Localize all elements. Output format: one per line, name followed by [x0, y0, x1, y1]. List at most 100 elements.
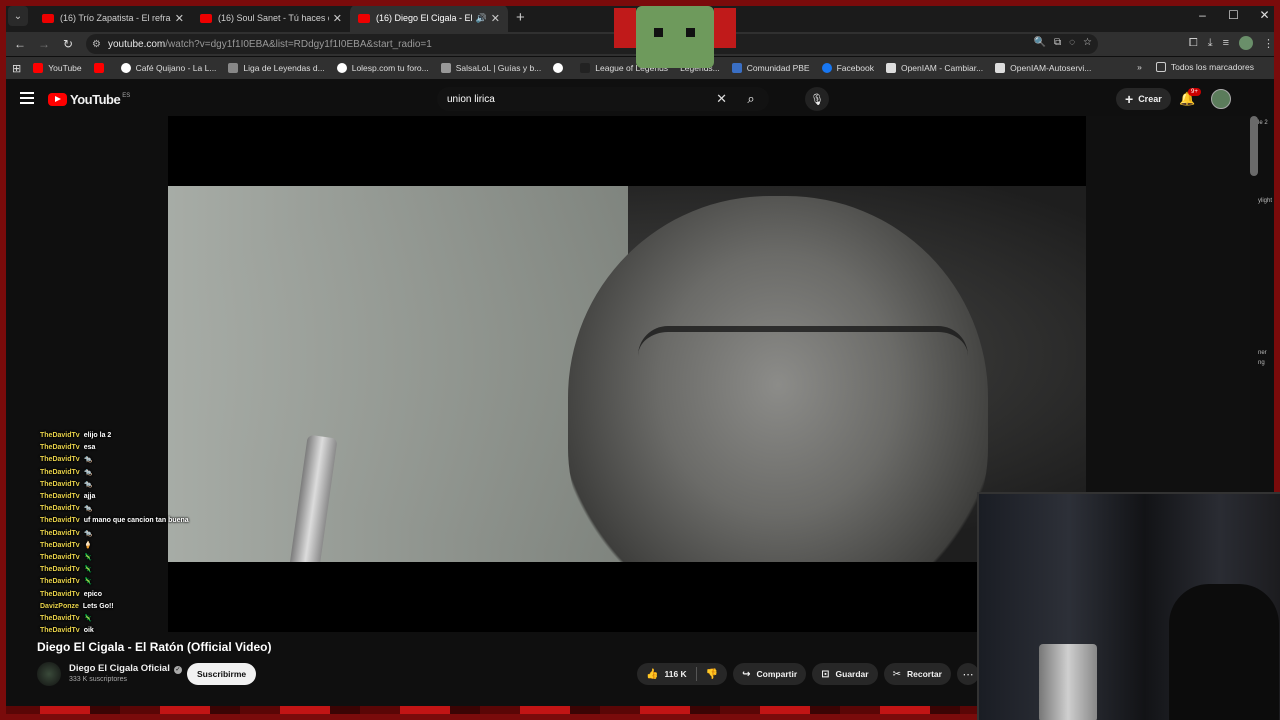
like-dislike-group: 👍 116 K 👎 [637, 663, 728, 685]
chat-username: TheDavidTv [40, 468, 80, 476]
bookmark-openiam-1[interactable]: OpenIAM - Cambiar... [885, 63, 983, 73]
chat-text: epico [83, 590, 102, 598]
extensions-icon[interactable]: ⧠ [1189, 37, 1198, 50]
mascot-eye [654, 28, 663, 37]
chat-text: esa [83, 444, 96, 452]
chat-message: TheDavidTv 🦎 [40, 564, 240, 576]
video-player[interactable] [168, 116, 1086, 632]
bookmark-star-icon[interactable]: ☆ [1083, 37, 1092, 48]
share-button[interactable]: ↪ Compartir [733, 663, 807, 685]
create-button[interactable]: + Crear [1116, 88, 1171, 110]
bookmark-openiam-2[interactable]: OpenIAM-Autoservi... [995, 63, 1091, 73]
address-bar[interactable]: ⚙ youtube.com/watch?v=dgy1f1I0EBA&list=R… [86, 34, 1098, 54]
profile-avatar[interactable] [1239, 36, 1253, 50]
media-icon[interactable]: ≡ [1223, 37, 1229, 49]
minimize-icon[interactable]: – [1187, 0, 1218, 30]
chat-username: TheDavidTv [40, 627, 80, 635]
mascot-horn [614, 8, 636, 48]
close-icon[interactable]: ✕ [333, 12, 342, 25]
more-bookmarks-icon[interactable]: » [1137, 62, 1142, 72]
bookmark-youtube-2[interactable] [93, 63, 109, 73]
bookmark-pbe[interactable]: Comunidad PBE [731, 63, 810, 73]
search-input[interactable]: union lirica ✕ ⌕ [437, 87, 769, 111]
account-avatar[interactable] [1211, 89, 1231, 109]
tab-3-active[interactable]: (16) Diego El Cigala - El Rató 🔊 ✕ [350, 4, 508, 32]
globe-icon [120, 63, 131, 73]
tab-label: (16) Soul Sanet - Tú haces que [218, 13, 329, 23]
speaker-icon[interactable]: 🔊 [476, 13, 487, 24]
bookmark-cafe-quijano[interactable]: Café Quijano - La L... [120, 63, 216, 73]
chat-username: TheDavidTv [40, 578, 80, 586]
close-window-icon[interactable]: ✕ [1249, 0, 1280, 30]
chat-username: TheDavidTv [40, 590, 80, 598]
chat-message: TheDavidTv 🐀 [40, 454, 240, 466]
download-icon[interactable]: ⤓ [1208, 37, 1213, 50]
globe-icon [553, 63, 564, 73]
bookmark-liga[interactable]: Liga de Leyendas d... [228, 63, 325, 73]
clear-search-icon[interactable]: ✕ [716, 91, 727, 107]
close-icon[interactable]: ✕ [491, 12, 500, 25]
bookmark-facebook[interactable]: Facebook [821, 63, 874, 73]
bookmark-lolesp[interactable]: Lolesp.com tu foro... [336, 63, 429, 73]
tab-search-button[interactable]: ⌄ [8, 6, 28, 26]
bookmark-salsalol[interactable]: SalsaLoL | Guías y b... [440, 63, 541, 73]
reload-icon[interactable]: ↻ [56, 37, 80, 51]
tab-2[interactable]: (16) Soul Sanet - Tú haces que ✕ [192, 4, 350, 32]
chat-message: TheDavidTv oik [40, 625, 240, 637]
new-tab-icon[interactable]: + [516, 9, 525, 26]
clip-button[interactable]: ✂ Recortar [883, 663, 951, 685]
channel-avatar[interactable] [37, 662, 61, 686]
search-icon[interactable]: ⌕ [733, 87, 769, 111]
chat-text: 🦎 [83, 554, 93, 562]
plus-icon: + [1125, 91, 1134, 107]
menu-icon[interactable]: ⋮ [1263, 37, 1274, 50]
more-actions-icon[interactable]: ⋯ [956, 663, 979, 685]
chat-username: TheDavidTv [40, 541, 80, 549]
zoom-icon[interactable]: 🔍 [1033, 37, 1045, 48]
side-fragments: le 2 ylight ner ng [1258, 120, 1273, 366]
webcam-overlay [977, 492, 1280, 720]
chat-message: DavizPonze Lets Go!! [40, 601, 240, 613]
close-icon[interactable]: ✕ [175, 12, 184, 25]
chat-text: ajja [83, 493, 96, 501]
voice-search-icon[interactable]: 🎙 [805, 87, 829, 111]
site-info-icon[interactable]: ⚙ [92, 39, 108, 50]
bookmark-favicon-icon [93, 63, 104, 73]
video-frame[interactable] [168, 186, 1086, 562]
omnibox-actions: 🔍 ⧉ ◌ ☆ [1033, 37, 1092, 48]
url-text: youtube.com/watch?v=dgy1f1I0EBA&list=RDd… [108, 38, 432, 50]
save-button[interactable]: ⊡ Guardar [812, 663, 878, 685]
forward-icon[interactable]: → [32, 37, 56, 51]
chat-text: 🐀 [83, 456, 93, 464]
maximize-icon[interactable]: ☐ [1218, 0, 1249, 30]
youtube-logo[interactable]: YouTube ES [48, 92, 130, 107]
mascot-horn [714, 8, 736, 48]
chat-message: TheDavidTv uf mano que cancion tan buena [40, 515, 240, 527]
bookmark-globe[interactable] [553, 63, 568, 73]
thumbs-down-icon: 👎 [705, 668, 719, 680]
chat-username: TheDavidTv [40, 517, 80, 525]
channel-name[interactable]: Diego El Cigala Oficial ✓ [69, 663, 182, 674]
chat-text: 🐀 [83, 468, 93, 476]
all-bookmarks[interactable]: Todos los marcadores [1155, 62, 1254, 72]
dislike-button[interactable]: 👎 [697, 663, 727, 685]
chat-text: oik [83, 627, 94, 635]
cast-icon[interactable]: ⧉ [1054, 37, 1061, 48]
apps-icon[interactable]: ⊞ [12, 62, 21, 75]
back-icon[interactable]: ← [8, 37, 32, 51]
bookmark-youtube[interactable]: YouTube [33, 63, 82, 73]
bookmark-favicon-icon [885, 63, 896, 73]
tab-1[interactable]: (16) Trío Zapatista - El refranero ✕ [34, 4, 192, 32]
logo-text: YouTube [70, 92, 121, 107]
youtube-favicon-icon [42, 13, 54, 23]
chat-text: 🦎 [83, 578, 93, 586]
chat-message: TheDavidTv 🐀 [40, 528, 240, 540]
notification-badge: 9+ [1188, 88, 1201, 96]
subscribe-button[interactable]: Suscribirme [187, 663, 257, 685]
webcam-cup [1039, 644, 1097, 720]
chat-username: DavizPonze [40, 602, 79, 610]
hide-icon[interactable]: ◌ [1069, 37, 1075, 48]
like-button[interactable]: 👍 116 K [637, 663, 696, 685]
hamburger-menu-icon[interactable] [20, 92, 34, 104]
page-scrollbar[interactable] [1250, 116, 1258, 176]
